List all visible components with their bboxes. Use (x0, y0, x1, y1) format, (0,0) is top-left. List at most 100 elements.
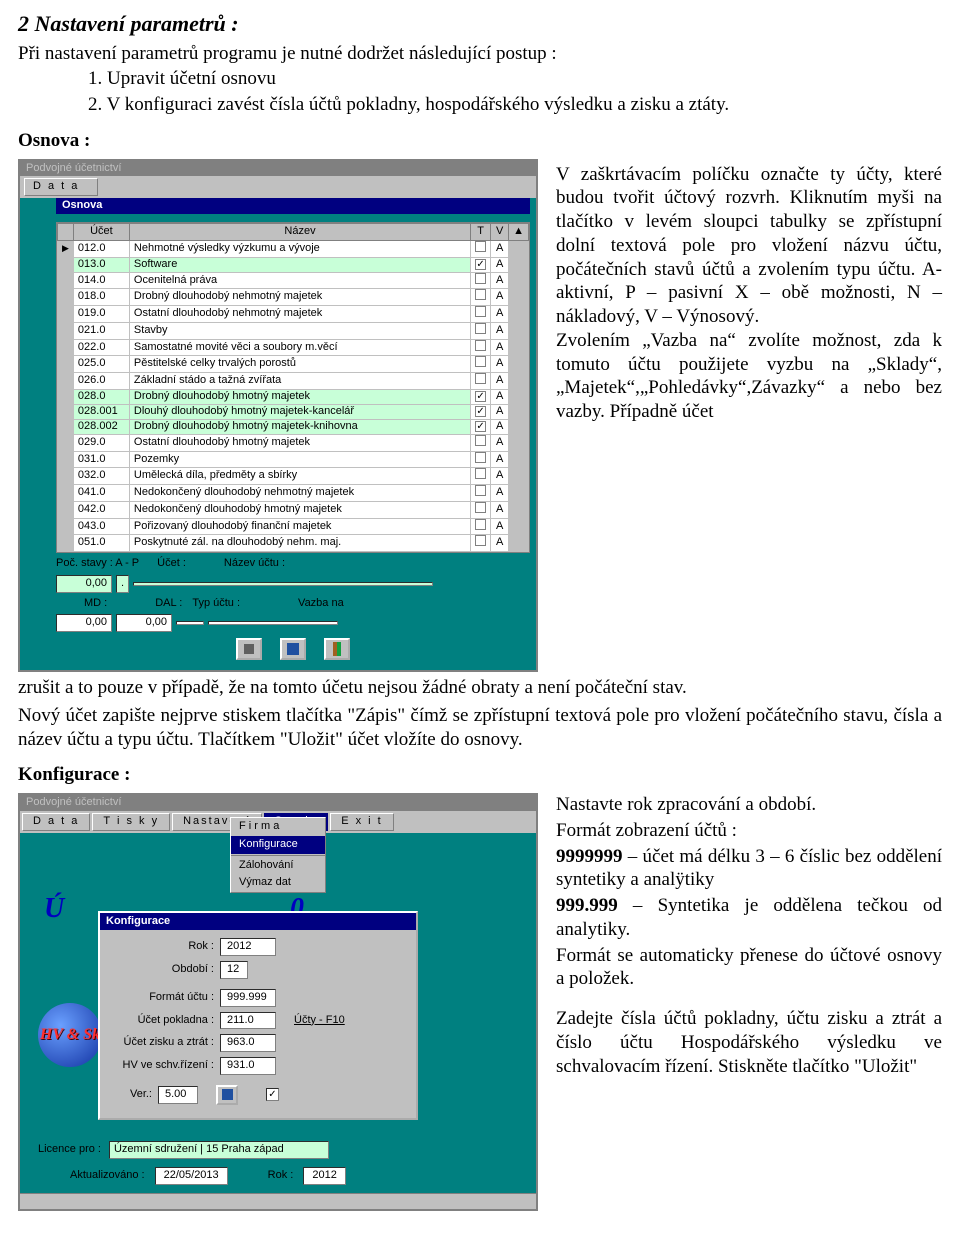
dal-input[interactable]: 0,00 (116, 614, 172, 632)
ucty-f10-link[interactable]: Účty - F10 (294, 1014, 345, 1028)
scroll-track[interactable] (509, 451, 529, 468)
row-selector[interactable] (58, 373, 74, 390)
scroll-track[interactable] (509, 404, 529, 419)
scroll-track[interactable] (509, 518, 529, 535)
osnova-grid[interactable]: Účet Název T V ▲ ▶012.0Nehmotné výsledky… (57, 223, 529, 552)
hv-input[interactable]: 931.0 (220, 1057, 276, 1075)
scroll-track[interactable] (509, 373, 529, 390)
cell-check[interactable] (471, 485, 491, 502)
scroll-track[interactable] (509, 419, 529, 434)
cell-check[interactable] (471, 451, 491, 468)
dropdown-item-2[interactable]: Zálohování (231, 857, 325, 875)
typ-input[interactable] (176, 621, 204, 625)
cell-nazev[interactable]: Drobný dlouhodobý hmotný majetek (129, 389, 470, 404)
row-selector[interactable] (58, 404, 74, 419)
cell-check[interactable] (471, 518, 491, 535)
row-selector[interactable] (58, 257, 74, 272)
scroll-track[interactable] (509, 289, 529, 306)
cell-check[interactable] (471, 468, 491, 485)
row-selector[interactable] (58, 289, 74, 306)
row-selector[interactable]: ▶ (58, 240, 74, 257)
scroll-track[interactable] (509, 389, 529, 404)
row-selector[interactable] (58, 356, 74, 373)
row-selector[interactable] (58, 419, 74, 434)
cell-check[interactable] (471, 535, 491, 552)
scroll-track[interactable] (509, 468, 529, 485)
cell-check[interactable] (471, 373, 491, 390)
cell-check[interactable]: ✓ (471, 404, 491, 419)
scroll-track[interactable] (509, 240, 529, 257)
cell-nazev[interactable]: Nehmotné výsledky výzkumu a vývoje (129, 240, 470, 257)
scroll-track[interactable] (509, 485, 529, 502)
cell-check[interactable] (471, 240, 491, 257)
cell-nazev[interactable]: Ostatní dlouhodobý hmotný majetek (129, 434, 470, 451)
cell-ucet[interactable]: 028.001 (73, 404, 129, 419)
cell-nazev[interactable]: Drobný dlouhodobý hmotný majetek-knihovn… (129, 419, 470, 434)
ucet-sep-input[interactable]: . (116, 575, 129, 593)
exit-button[interactable] (324, 638, 350, 660)
cell-check[interactable]: ✓ (471, 389, 491, 404)
row-selector[interactable] (58, 468, 74, 485)
row-selector[interactable] (58, 389, 74, 404)
cell-ucet[interactable]: 031.0 (73, 451, 129, 468)
cell-nazev[interactable]: Nedokončený dlouhodobý hmotný majetek (129, 501, 470, 518)
cell-nazev[interactable]: Základní stádo a tažná zvířata (129, 373, 470, 390)
cell-ucet[interactable]: 013.0 (73, 257, 129, 272)
rok-input[interactable]: 2012 (220, 938, 276, 956)
cell-nazev[interactable]: Ostatní dlouhodobý nehmotný majetek (129, 306, 470, 323)
cell-check[interactable] (471, 272, 491, 289)
cell-nazev[interactable]: Samostatné movité věci a soubory m.věcí (129, 339, 470, 356)
cell-nazev[interactable]: Poskytnuté zál. na dlouhodobý nehm. maj. (129, 535, 470, 552)
menu-exit[interactable]: E x i t (330, 813, 394, 831)
cell-ucet[interactable]: 051.0 (73, 535, 129, 552)
dropdown-item-3[interactable]: Výmaz dat (231, 874, 325, 892)
cell-ucet[interactable]: 026.0 (73, 373, 129, 390)
cell-ucet[interactable]: 022.0 (73, 339, 129, 356)
save-disk-button[interactable] (280, 638, 306, 660)
scroll-track[interactable] (509, 434, 529, 451)
cell-check[interactable] (471, 434, 491, 451)
menu-tisky[interactable]: T i s k y (92, 813, 170, 831)
scroll-track[interactable] (509, 339, 529, 356)
cell-check[interactable] (471, 339, 491, 356)
cell-ucet[interactable]: 021.0 (73, 322, 129, 339)
cell-check[interactable] (471, 306, 491, 323)
row-selector[interactable] (58, 306, 74, 323)
config-checkbox[interactable]: ✓ (266, 1088, 279, 1101)
poc-input[interactable]: 0,00 (56, 575, 112, 593)
cell-nazev[interactable]: Pořizovaný dlouhodobý finanční majetek (129, 518, 470, 535)
cell-ucet[interactable]: 014.0 (73, 272, 129, 289)
pokladna-input[interactable]: 211.0 (220, 1012, 276, 1030)
dropdown-item-1[interactable]: Konfigurace (231, 836, 325, 854)
cell-check[interactable] (471, 322, 491, 339)
obdobi-input[interactable]: 12 (220, 961, 248, 979)
cell-nazev[interactable]: Umělecká díla, předměty a sbírky (129, 468, 470, 485)
cell-nazev[interactable]: Dlouhý dlouhodobý hmotný majetek-kancelá… (129, 404, 470, 419)
cell-nazev[interactable]: Nedokončený dlouhodobý nehmotný majetek (129, 485, 470, 502)
format-input[interactable]: 999.999 (220, 989, 276, 1007)
scroll-up-icon[interactable]: ▲ (509, 224, 529, 241)
row-selector[interactable] (58, 485, 74, 502)
scroll-track[interactable] (509, 535, 529, 552)
md-input[interactable]: 0,00 (56, 614, 112, 632)
row-selector[interactable] (58, 339, 74, 356)
cell-check[interactable] (471, 289, 491, 306)
cell-ucet[interactable]: 028.0 (73, 389, 129, 404)
row-selector[interactable] (58, 451, 74, 468)
cell-ucet[interactable]: 042.0 (73, 501, 129, 518)
scroll-track[interactable] (509, 272, 529, 289)
cell-check[interactable] (471, 356, 491, 373)
row-selector[interactable] (58, 535, 74, 552)
dropdown-item-0[interactable]: F i r m a (231, 818, 325, 836)
scroll-track[interactable] (509, 501, 529, 518)
vazba-input[interactable] (208, 621, 338, 625)
cell-nazev[interactable]: Stavby (129, 322, 470, 339)
row-selector[interactable] (58, 518, 74, 535)
cell-nazev[interactable]: Pozemky (129, 451, 470, 468)
stop-button[interactable] (236, 638, 262, 660)
cell-check[interactable] (471, 501, 491, 518)
cell-check[interactable]: ✓ (471, 257, 491, 272)
nazev-input[interactable] (133, 582, 433, 586)
cell-ucet[interactable]: 032.0 (73, 468, 129, 485)
cell-ucet[interactable]: 012.0 (73, 240, 129, 257)
